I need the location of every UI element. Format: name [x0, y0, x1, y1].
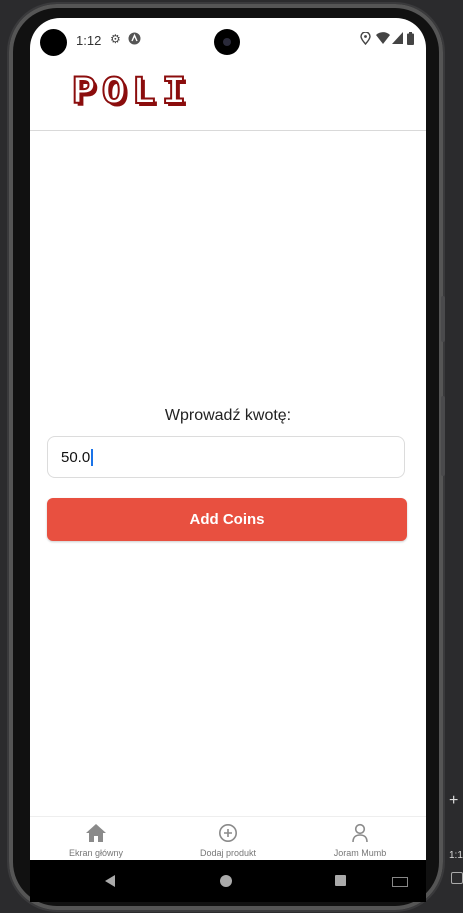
volume-button[interactable] — [441, 296, 445, 342]
bottom-tab-bar: Ekran główny Dodaj produkt Joram Mumb — [30, 816, 426, 860]
zoom-in-button[interactable]: + — [449, 792, 458, 810]
aspect-ratio-button[interactable]: 1:1 — [449, 850, 463, 861]
amount-input[interactable]: 50.0 — [47, 436, 405, 478]
screenshot-icon[interactable] — [451, 872, 463, 884]
amount-prompt-label: Wprowadź kwotę: — [164, 407, 292, 424]
power-button[interactable] — [441, 396, 445, 476]
camera-dot — [40, 29, 67, 56]
home-icon — [86, 824, 106, 842]
add-circle-icon — [219, 824, 237, 842]
signal-icon — [392, 32, 403, 47]
back-icon[interactable] — [105, 875, 115, 887]
wifi-icon — [376, 32, 390, 47]
keyboard-icon[interactable] — [392, 877, 408, 887]
battery-icon — [407, 32, 414, 48]
tab-home-label: Ekran główny — [68, 848, 124, 858]
text-caret — [91, 448, 94, 466]
recents-icon[interactable] — [335, 875, 346, 886]
amount-input-value: 50.0 — [61, 448, 91, 466]
emulator-side-toolbar: + 1:1 — [445, 790, 463, 890]
add-coins-button[interactable]: Add Coins — [47, 498, 407, 541]
tab-add-product-label: Dodaj produkt — [199, 848, 257, 858]
app-logo: POLI — [71, 71, 193, 116]
user-icon — [352, 823, 368, 843]
settings-icon: ⚙ — [110, 32, 121, 46]
app-header: POLI — [30, 62, 426, 131]
tab-home[interactable]: Ekran główny — [30, 817, 162, 860]
app-screen: 1:12 ⚙ POLI Wprowadź kwotę: 50.0 Add Coi… — [30, 18, 426, 860]
tab-profile-label: Joram Mumb — [333, 848, 387, 858]
tab-add-product[interactable]: Dodaj produkt — [162, 817, 294, 860]
location-icon — [360, 31, 371, 48]
android-icon — [128, 32, 141, 48]
home-circle-icon[interactable] — [220, 875, 232, 887]
tab-profile[interactable]: Joram Mumb — [294, 817, 426, 860]
status-bar: 1:12 ⚙ — [30, 18, 426, 62]
front-camera — [214, 29, 240, 55]
system-nav-bar — [30, 860, 426, 902]
status-time: 1:12 — [76, 33, 102, 48]
